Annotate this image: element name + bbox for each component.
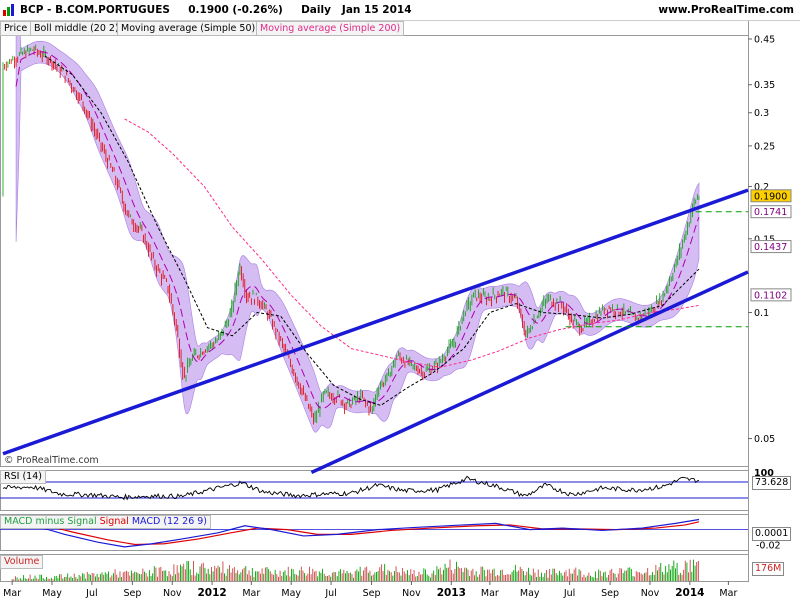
x-tick-label: May: [42, 588, 62, 599]
chart-canvas: 0.450.350.30.250.20.150.10.050.19000.174…: [0, 2, 792, 599]
y-tick-label: 0.1: [754, 308, 769, 319]
legend-ma200[interactable]: Moving average (Simple 200): [256, 21, 405, 36]
site-url[interactable]: www.ProRealTime.com: [658, 4, 794, 16]
y-tick-label: 0.25: [754, 141, 775, 152]
price-tag-label: 0.1102: [754, 290, 787, 301]
prorealtime-logo-icon: [3, 4, 14, 16]
x-tick-label: May: [520, 588, 540, 599]
legend-price[interactable]: Price: [0, 21, 32, 36]
x-tick-label: Jul: [85, 588, 97, 599]
x-tick-label: 2013: [437, 587, 466, 599]
price-tag-label: 0.1900: [754, 191, 787, 202]
chart-header: BCP - B.COM.PORTUGUES 0.1900 (-0.26%) Da…: [0, 0, 800, 21]
x-tick-label: Sep: [601, 588, 619, 599]
x-tick-label: Jul: [324, 588, 336, 599]
rsi-value-tag: 73.628: [752, 476, 792, 490]
x-tick-label: Sep: [363, 588, 381, 599]
quote-date: Jan 15 2014: [341, 4, 412, 16]
macd-y-tick: -0.02: [756, 540, 781, 551]
x-tick-label: Jul: [563, 588, 575, 599]
panel-frame: [0, 470, 749, 511]
x-tick-label: Nov: [641, 588, 660, 599]
rsi-legend[interactable]: RSI (14): [0, 470, 46, 484]
x-tick-label: Mar: [481, 588, 499, 599]
x-tick-label: Mar: [719, 588, 737, 599]
macd-line-label: MACD (12 26 9): [131, 516, 208, 527]
interval: Daily: [301, 4, 331, 16]
volume-legend[interactable]: Volume: [0, 555, 44, 569]
y-tick-label: 0.45: [754, 34, 775, 45]
x-tick-label: Nov: [163, 588, 182, 599]
x-tick-label: May: [281, 588, 301, 599]
legend-boll[interactable]: Boll middle (20 2): [30, 21, 123, 36]
instrument-name: BCP - B.COM.PORTUGUES: [20, 4, 170, 16]
x-tick-label: Nov: [402, 588, 421, 599]
price-change: 0.1900 (-0.26%): [188, 4, 283, 16]
macd-value-tag: 0.0001: [752, 527, 792, 541]
x-tick-label: 2014: [675, 587, 704, 599]
x-tick-label: Mar: [3, 588, 21, 599]
instrument-title: BCP - B.COM.PORTUGUES 0.1900 (-0.26%) Da…: [20, 4, 412, 16]
x-tick-label: 2012: [198, 587, 227, 599]
x-tick-label: Sep: [123, 588, 141, 599]
volume-value-tag: 176M: [752, 562, 785, 576]
price-tag-label: 0.1741: [754, 207, 787, 218]
legend-ma50[interactable]: Moving average (Simple 50): [117, 21, 260, 36]
macd-signal-label: Signal: [99, 516, 129, 527]
y-tick-label: 0.3: [754, 108, 769, 119]
y-tick-label: 0.05: [754, 434, 775, 445]
price-tag-label: 0.1437: [754, 242, 787, 253]
watermark: © ProRealTime.com: [4, 455, 99, 466]
y-tick-label: 0.35: [754, 80, 775, 91]
macd-legend[interactable]: MACD minus Signal Signal MACD (12 26 9): [0, 515, 212, 529]
macd-hist-label: MACD minus Signal: [4, 516, 97, 527]
x-tick-label: Mar: [242, 588, 260, 599]
